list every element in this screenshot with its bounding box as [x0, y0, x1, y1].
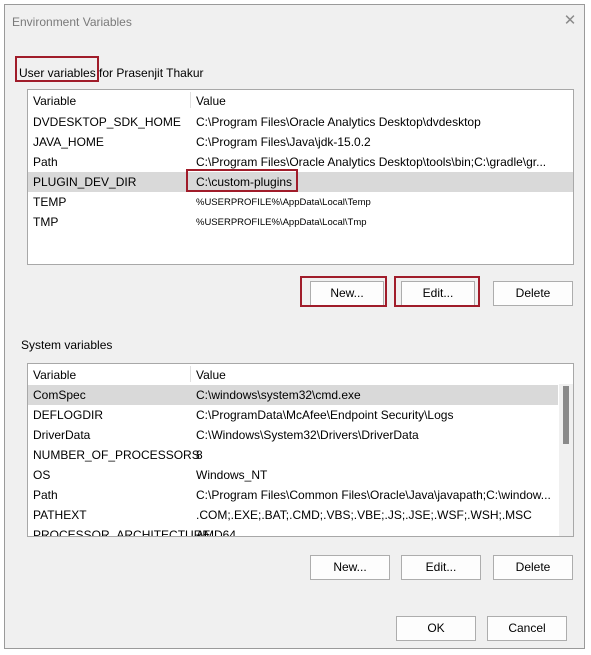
- system-variables-scrollbar[interactable]: [559, 384, 573, 536]
- variable-name: Path: [33, 155, 58, 169]
- variable-value: C:\windows\system32\cmd.exe: [196, 388, 361, 402]
- table-row[interactable]: TMP %USERPROFILE%\AppData\Local\Tmp: [28, 212, 573, 232]
- table-row[interactable]: DVDESKTOP_SDK_HOME C:\Program Files\Orac…: [28, 112, 573, 132]
- variable-name: DriverData: [33, 428, 91, 442]
- variable-value: C:\Program Files\Java\jdk-15.0.2: [196, 135, 371, 149]
- table-row-selected[interactable]: PLUGIN_DEV_DIR C:\custom-plugins: [28, 172, 573, 192]
- table-row[interactable]: Path C:\Program Files\Oracle Analytics D…: [28, 152, 573, 172]
- user-delete-button[interactable]: Delete: [493, 281, 573, 306]
- table-row[interactable]: TEMP %USERPROFILE%\AppData\Local\Temp: [28, 192, 573, 212]
- variable-value: AMD64: [196, 528, 237, 537]
- column-header-variable[interactable]: Variable: [33, 368, 76, 382]
- system-new-button[interactable]: New...: [310, 555, 390, 580]
- variable-value: C:\ProgramData\McAfee\Endpoint Security\…: [196, 408, 454, 422]
- variable-name: ComSpec: [33, 388, 86, 402]
- system-delete-button[interactable]: Delete: [493, 555, 573, 580]
- system-variables-label: System variables: [21, 338, 113, 352]
- variable-value: C:\Windows\System32\Drivers\DriverData: [196, 428, 419, 442]
- title-bar: Environment Variables ✕: [5, 5, 584, 37]
- table-row[interactable]: PATHEXT .COM;.EXE;.BAT;.CMD;.VBS;.VBE;.J…: [28, 505, 558, 525]
- variable-name: PATHEXT: [33, 508, 87, 522]
- table-row[interactable]: PROCESSOR_ARCHITECTURE AMD64: [28, 525, 558, 537]
- variable-name: Path: [33, 488, 58, 502]
- table-row[interactable]: NUMBER_OF_PROCESSORS 8: [28, 445, 558, 465]
- system-variables-header: Variable Value: [28, 364, 573, 384]
- user-edit-button[interactable]: Edit...: [401, 281, 475, 306]
- system-edit-button[interactable]: Edit...: [401, 555, 481, 580]
- variable-name: PROCESSOR_ARCHITECTURE: [33, 528, 211, 537]
- variable-value: C:\custom-plugins: [196, 175, 293, 189]
- variable-name: PLUGIN_DEV_DIR: [33, 175, 137, 189]
- cancel-button[interactable]: Cancel: [487, 616, 567, 641]
- variable-value: C:\Program Files\Oracle Analytics Deskto…: [196, 115, 481, 129]
- variable-value: %USERPROFILE%\AppData\Local\Tmp: [196, 217, 367, 228]
- column-header-value[interactable]: Value: [196, 94, 226, 108]
- variable-name: DEFLOGDIR: [33, 408, 104, 422]
- table-row[interactable]: DriverData C:\Windows\System32\Drivers\D…: [28, 425, 558, 445]
- variable-value: Windows_NT: [196, 468, 268, 482]
- variable-name: JAVA_HOME: [33, 135, 104, 149]
- user-variables-list[interactable]: Variable Value DVDESKTOP_SDK_HOME C:\Pro…: [27, 89, 574, 265]
- table-row[interactable]: DEFLOGDIR C:\ProgramData\McAfee\Endpoint…: [28, 405, 558, 425]
- ok-button[interactable]: OK: [396, 616, 476, 641]
- variable-name: TMP: [33, 215, 59, 229]
- variable-name: NUMBER_OF_PROCESSORS: [33, 448, 200, 462]
- variable-value: C:\Program Files\Common Files\Oracle\Jav…: [196, 488, 551, 502]
- user-variables-label: User variables for Prasenjit Thakur: [19, 66, 204, 80]
- scrollbar-thumb[interactable]: [563, 386, 569, 444]
- table-row[interactable]: Path C:\Program Files\Common Files\Oracl…: [28, 485, 558, 505]
- variable-name: OS: [33, 468, 51, 482]
- table-row[interactable]: JAVA_HOME C:\Program Files\Java\jdk-15.0…: [28, 132, 573, 152]
- table-row-selected[interactable]: ComSpec C:\windows\system32\cmd.exe: [28, 385, 558, 405]
- environment-variables-dialog: Environment Variables ✕ User variables f…: [4, 4, 585, 649]
- variable-name: DVDESKTOP_SDK_HOME: [33, 115, 181, 129]
- variable-value: .COM;.EXE;.BAT;.CMD;.VBS;.VBE;.JS;.JSE;.…: [196, 508, 532, 522]
- variable-value: C:\Program Files\Oracle Analytics Deskto…: [196, 155, 547, 169]
- window-title: Environment Variables: [12, 15, 132, 29]
- variable-value: 8: [196, 448, 203, 462]
- user-new-button[interactable]: New...: [310, 281, 384, 306]
- column-header-value[interactable]: Value: [196, 368, 226, 382]
- table-row[interactable]: OS Windows_NT: [28, 465, 558, 485]
- variable-name: TEMP: [33, 195, 67, 209]
- user-variables-header: Variable Value: [28, 90, 573, 110]
- close-icon[interactable]: ✕: [560, 11, 580, 31]
- variable-value: %USERPROFILE%\AppData\Local\Temp: [196, 197, 371, 208]
- system-variables-list[interactable]: Variable Value ComSpec C:\windows\system…: [27, 363, 574, 537]
- column-header-variable[interactable]: Variable: [33, 94, 76, 108]
